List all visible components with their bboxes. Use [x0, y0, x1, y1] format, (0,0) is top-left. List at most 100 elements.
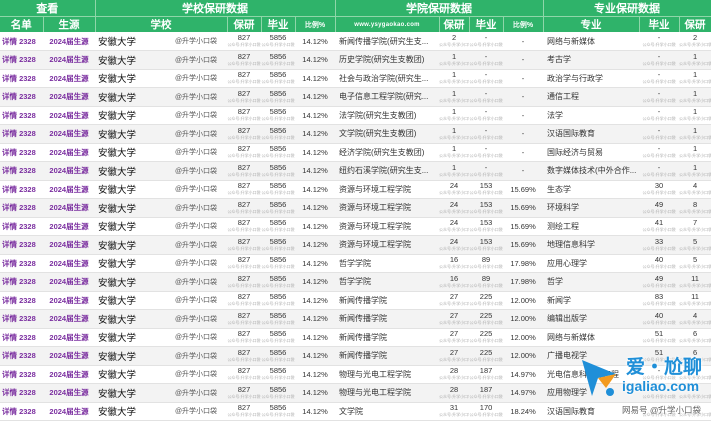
detail-link[interactable]: 详情 2328 [0, 69, 43, 88]
school-baoyan-cell: 827 公众号:升学小口袋 [227, 383, 261, 403]
detail-link[interactable]: 详情 2328 [0, 291, 43, 310]
account-tag: @升学小口袋 [165, 69, 227, 88]
school-ratio-cell: 14.12% [295, 69, 336, 88]
detail-link[interactable]: 详情 2328 [0, 198, 43, 218]
small-tag: 公众号:升学小口袋 [469, 393, 503, 399]
major-graduates-cell: 41 公众号:升学小口袋 [639, 217, 680, 236]
small-tag: 公众号:升学小口袋 [469, 208, 503, 214]
major-graduates-cell: 40 公众号:升学小口袋 [639, 254, 680, 273]
table-row: 详情 2328 2024届生源 安徽大学 @升学小口袋 827 公众号:升学小口袋 5856… [0, 217, 711, 236]
small-tag: 公众号:升学小口袋 [469, 116, 503, 122]
school-baoyan-cell: 827 公众号:升学小口袋 [227, 254, 261, 273]
school-ratio-cell: 14.12% [295, 143, 336, 162]
school-ratio-cell: 14.12% [295, 87, 336, 107]
school-ratio-cell: 14.12% [295, 272, 336, 292]
account-tag: @升学小口袋 [165, 198, 227, 218]
account-tag: @升学小口袋 [165, 106, 227, 125]
detail-link[interactable]: 详情 2328 [0, 365, 43, 384]
small-tag: 公众号:升学小口袋 [642, 282, 676, 288]
college-graduates-cell: 153 公众号:升学小口袋 [469, 235, 504, 255]
small-tag: 公众号:升学小口袋 [679, 79, 711, 85]
small-tag: 公众号:升学小口袋 [261, 208, 295, 214]
small-tag: 公众号:升学小口袋 [469, 245, 503, 251]
college-ratio-cell: 18.24% [503, 402, 544, 421]
small-tag: 公众号:升学小口袋 [261, 116, 295, 122]
table-row: 详情 2328 2024届生源 安徽大学 @升学小口袋 827 公众号:升学小口袋 5856… [0, 328, 711, 347]
small-tag: 公众号:升学小口袋 [261, 282, 295, 288]
major-graduates-cell: 49 公众号:升学小口袋 [639, 198, 680, 218]
school-ratio-cell: 14.12% [295, 291, 336, 310]
major-baoyan-cell: 4 公众号:升学小口袋 [679, 309, 711, 329]
major-graduates-cell: - 公众号:升学小口袋 [639, 124, 680, 144]
college-ratio-cell: - [503, 50, 544, 70]
small-tag: 公众号:升学小口袋 [439, 338, 470, 344]
college-graduates-cell: 153 公众号:升学小口袋 [469, 198, 504, 218]
major-cell: 考古学 [543, 50, 640, 70]
header-view: 查看 [0, 0, 96, 17]
college-baoyan-cell: 1 公众号:升学小口袋 [439, 50, 470, 70]
account-tag: @升学小口袋 [165, 346, 227, 366]
source-cell: 2024届生源 [43, 254, 95, 273]
college-ratio-cell: - [503, 161, 544, 181]
detail-link[interactable]: 详情 2328 [0, 346, 43, 366]
small-tag: 公众号:升学小口袋 [439, 412, 470, 418]
major-cell: 政治学与行政学 [543, 69, 640, 88]
college-ratio-cell: 14.97% [503, 383, 544, 403]
small-tag: 公众号:升学小口袋 [642, 42, 676, 47]
major-cell: 生态学 [543, 180, 640, 199]
college-ratio-cell: 12.00% [503, 328, 544, 347]
school-cell: 安徽大学 [95, 254, 165, 273]
small-tag: 公众号:升学小口袋 [679, 171, 711, 177]
detail-link[interactable]: 详情 2328 [0, 272, 43, 292]
college-cell: 资源与环境工程学院 [335, 217, 440, 236]
watermark-credit: 网易号 @升学小口袋 [622, 405, 701, 415]
detail-link[interactable]: 详情 2328 [0, 383, 43, 403]
small-tag: 公众号:升学小口袋 [261, 245, 295, 251]
detail-link[interactable]: 详情 2328 [0, 87, 43, 107]
logo-mark-icon [582, 360, 616, 396]
detail-link[interactable]: 详情 2328 [0, 254, 43, 273]
small-tag: 公众号:升学小口袋 [227, 356, 261, 362]
detail-link[interactable]: 详情 2328 [0, 180, 43, 199]
detail-link[interactable]: 详情 2328 [0, 235, 43, 255]
detail-link[interactable]: 详情 2328 [0, 50, 43, 70]
major-baoyan-cell: 1 公众号:升学小口袋 [679, 50, 711, 70]
detail-link[interactable]: 详情 2328 [0, 106, 43, 125]
account-tag: @升学小口袋 [165, 291, 227, 310]
detail-link[interactable]: 详情 2328 [0, 309, 43, 329]
major-graduates-cell: 51 公众号:升学小口袋 [639, 328, 680, 347]
source-cell: 2024届生源 [43, 346, 95, 366]
small-tag: 公众号:升学小口袋 [642, 171, 676, 177]
small-tag: 公众号:升学小口袋 [469, 79, 503, 85]
detail-link[interactable]: 详情 2328 [0, 124, 43, 144]
detail-link[interactable]: 详情 2328 [0, 217, 43, 236]
college-graduates-cell: - 公众号:升学小口袋 [469, 143, 504, 162]
major-baoyan-cell: 1 公众号:升学小口袋 [679, 87, 711, 107]
school-graduates-cell: 5856 公众号:升学小口袋 [261, 217, 295, 236]
school-baoyan-cell: 827 公众号:升学小口袋 [227, 217, 261, 236]
school-baoyan-cell: 827 公众号:升学小口袋 [227, 402, 261, 421]
major-baoyan-cell: 5 公众号:升学小口袋 [679, 254, 711, 273]
college-cell: 新闻传播学院 [335, 346, 440, 366]
table-row: 详情 2328 2024届生源 安徽大学 @升学小口袋 827 公众号:升学小口袋 5856… [0, 254, 711, 273]
school-graduates-cell: 5856 公众号:升学小口袋 [261, 346, 295, 366]
school-cell: 安徽大学 [95, 106, 165, 125]
account-tag: @升学小口袋 [165, 87, 227, 107]
small-tag: 公众号:升学小口袋 [469, 282, 503, 288]
detail-link[interactable]: 详情 2328 [0, 402, 43, 421]
college-cell: 资源与环境工程学院 [335, 180, 440, 199]
school-graduates-cell: 5856 公众号:升学小口袋 [261, 272, 295, 292]
detail-link[interactable]: 详情 2328 [0, 161, 43, 181]
small-tag: 公众号:升学小口袋 [227, 375, 261, 381]
college-ratio-cell: - [503, 32, 544, 51]
school-baoyan-cell: 827 公众号:升学小口袋 [227, 365, 261, 384]
detail-link[interactable]: 详情 2328 [0, 143, 43, 162]
small-tag: 公众号:升学小口袋 [642, 134, 676, 140]
detail-link[interactable]: 详情 2328 [0, 328, 43, 347]
account-tag: @升学小口袋 [165, 254, 227, 273]
major-graduates-cell: - 公众号:升学小口袋 [639, 106, 680, 125]
college-cell: 电子信息工程学院(研究... [335, 87, 440, 107]
detail-link[interactable]: 详情 2328 [0, 32, 43, 51]
small-tag: 公众号:升学小口袋 [261, 412, 295, 418]
small-tag: 公众号:升学小口袋 [469, 227, 503, 233]
